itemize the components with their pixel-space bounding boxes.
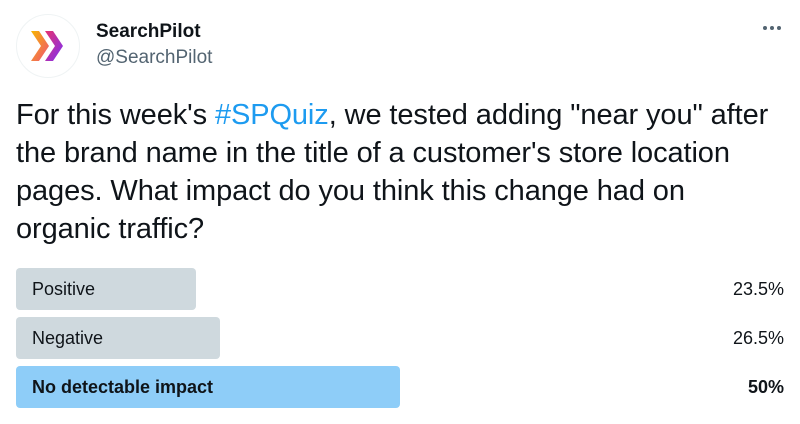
author-names: SearchPilot @SearchPilot [96,20,212,70]
poll: Positive 23.5% Negative 26.5% No detecta… [16,268,784,415]
author-handle[interactable]: @SearchPilot [96,46,212,70]
poll-option-negative: Negative 26.5% [16,317,784,359]
tweet-header: SearchPilot @SearchPilot [16,14,784,78]
avatar[interactable] [16,14,80,78]
poll-option-no-detectable-impact: No detectable impact 50% [16,366,784,408]
poll-option-label: No detectable impact [32,377,214,397]
poll-option-percent: 23.5% [732,279,784,299]
tweet-text: For this week's #SPQuiz, we tested addin… [16,96,786,248]
author-display-name[interactable]: SearchPilot [96,20,212,44]
more-options-icon[interactable] [760,18,784,38]
poll-option-percent: 50% [747,377,784,397]
poll-option-positive: Positive 23.5% [16,268,784,310]
searchpilot-logo-icon [31,31,63,61]
poll-option-percent: 26.5% [732,328,784,348]
poll-option-label: Negative [32,328,104,348]
tweet-text-before: For this week's [16,99,215,131]
hashtag-link[interactable]: #SPQuiz [215,99,329,131]
poll-option-label: Positive [32,279,96,299]
